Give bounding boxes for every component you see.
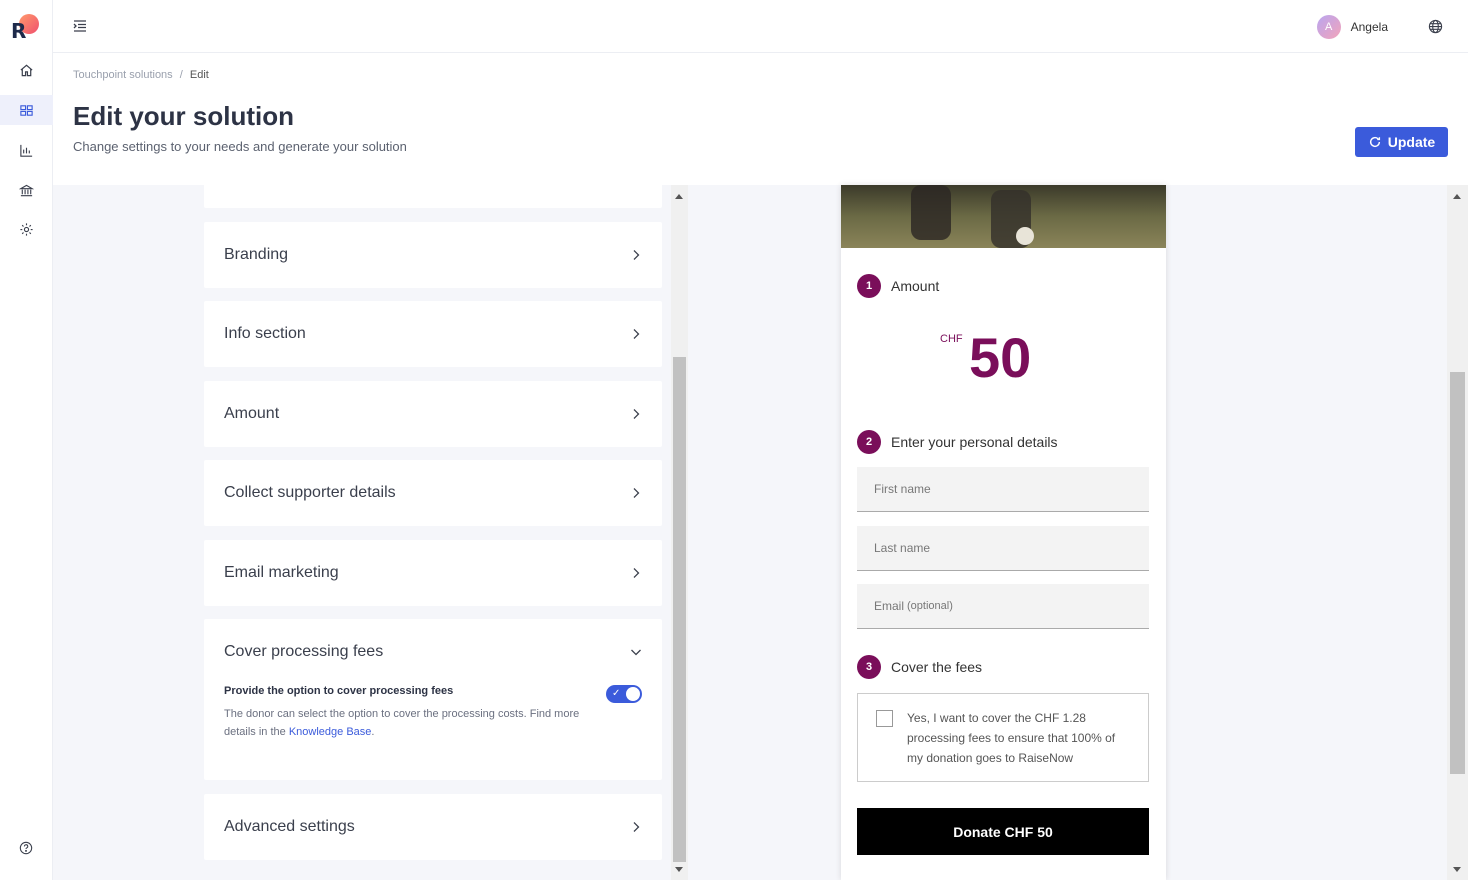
step-label: Cover the fees [891, 659, 983, 675]
sidebar: R [0, 0, 53, 880]
section-title: Info section [224, 325, 306, 342]
page-title: Edit your solution [73, 101, 294, 131]
menu-toggle-icon[interactable] [72, 18, 88, 34]
logo-letter: R [11, 19, 27, 43]
scrollbar-thumb[interactable] [673, 357, 686, 862]
hero-figure [911, 185, 951, 240]
breadcrumb: Touchpoint solutions / Edit [73, 69, 209, 81]
settings-card-partial [204, 185, 662, 208]
section-title: Advanced settings [224, 818, 355, 835]
section-title: Cover processing fees [224, 643, 384, 660]
section-branding[interactable]: Branding [204, 222, 662, 288]
step-personal-details: 2 Enter your personal details [857, 430, 1058, 454]
cover-fees-toggle[interactable]: ✓ [606, 685, 642, 703]
help-icon[interactable] [19, 840, 33, 855]
cover-fees-body: Provide the option to cover processing f… [204, 685, 662, 761]
home-icon[interactable] [0, 55, 53, 85]
chevron-right-icon [633, 568, 640, 578]
scroll-up-icon[interactable] [675, 194, 683, 199]
section-info[interactable]: Info section [204, 301, 662, 367]
settings-scrollbar[interactable] [671, 185, 688, 880]
section-advanced-settings[interactable]: Advanced settings [204, 794, 662, 860]
step-number: 3 [857, 655, 881, 679]
update-button[interactable]: Update [1355, 127, 1448, 157]
last-name-field[interactable]: Last name [857, 526, 1149, 571]
section-title: Email marketing [224, 564, 339, 581]
hero-ball [1016, 227, 1034, 245]
cover-fees-description: The donor can select the option to cover… [224, 708, 580, 738]
cover-fees-option-title: Provide the option to cover processing f… [224, 685, 454, 697]
refresh-icon [1369, 136, 1380, 148]
step-label: Enter your personal details [891, 434, 1058, 450]
section-amount[interactable]: Amount [204, 381, 662, 447]
settings-panel: Branding Info section Amount Collect sup… [53, 185, 689, 880]
bank-icon[interactable] [0, 175, 53, 205]
globe-icon[interactable] [1428, 19, 1443, 34]
section-title: Amount [224, 405, 280, 422]
hero-image [841, 185, 1166, 248]
donation-form-preview: 1 Amount CHF 50 2 Enter your personal de… [841, 185, 1166, 880]
cover-fees-checkbox[interactable] [876, 710, 893, 727]
step-amount: 1 Amount [857, 274, 939, 298]
check-icon: ✓ [612, 688, 621, 699]
email-field[interactable]: Email (optional) [857, 584, 1149, 629]
user-name: Angela [1350, 20, 1388, 34]
avatar: A [1316, 15, 1341, 39]
step-number: 2 [857, 430, 881, 454]
breadcrumb-root[interactable]: Touchpoint solutions [73, 69, 173, 81]
scroll-down-icon[interactable] [1453, 867, 1461, 872]
toggle-knob [626, 687, 640, 701]
step-number: 1 [857, 274, 881, 298]
gear-icon[interactable] [0, 214, 53, 244]
chart-icon[interactable] [0, 135, 53, 165]
preview-scrollbar[interactable] [1447, 185, 1468, 880]
chevron-right-icon [633, 250, 640, 260]
scrollbar-thumb[interactable] [1450, 372, 1465, 774]
section-title: Branding [224, 246, 289, 263]
scroll-down-icon[interactable] [675, 867, 683, 872]
first-name-field[interactable]: First name [857, 467, 1149, 512]
scroll-up-icon[interactable] [1453, 194, 1461, 199]
section-cover-fees-header[interactable]: Cover processing fees [204, 619, 662, 685]
page-subtitle: Change settings to your needs and genera… [73, 139, 407, 154]
page-header: Touchpoint solutions / Edit Edit your so… [53, 53, 1468, 185]
grid-icon[interactable] [0, 95, 53, 125]
cover-fees-text: Yes, I want to cover the CHF 1.28 proces… [907, 711, 1116, 765]
section-title: Collect supporter details [224, 484, 396, 501]
chevron-right-icon [633, 822, 640, 832]
donate-button[interactable]: Donate CHF 50 [857, 808, 1149, 855]
step-label: Amount [891, 278, 940, 294]
raisenow-logo[interactable]: R [11, 14, 41, 43]
section-cover-fees: Cover processing fees Provide the option… [204, 619, 662, 780]
knowledge-base-link[interactable]: Knowledge Base [289, 726, 372, 738]
topbar: A Angela [53, 0, 1468, 53]
cover-fees-option[interactable]: Yes, I want to cover the CHF 1.28 proces… [857, 693, 1149, 782]
section-email-marketing[interactable]: Email marketing [204, 540, 662, 606]
breadcrumb-separator: / [179, 69, 183, 81]
breadcrumb-current: Edit [189, 69, 209, 81]
amount-value[interactable]: 50 [969, 325, 1031, 390]
amount-currency: CHF [940, 333, 963, 345]
chevron-right-icon [633, 488, 640, 498]
chevron-down-icon [631, 649, 641, 656]
chevron-right-icon [633, 409, 640, 419]
chevron-right-icon [633, 329, 640, 339]
update-label: Update [1387, 134, 1436, 150]
step-cover-fees: 3 Cover the fees [857, 655, 982, 679]
section-supporter-details[interactable]: Collect supporter details [204, 460, 662, 526]
user-menu[interactable]: A Angela [1316, 15, 1388, 39]
